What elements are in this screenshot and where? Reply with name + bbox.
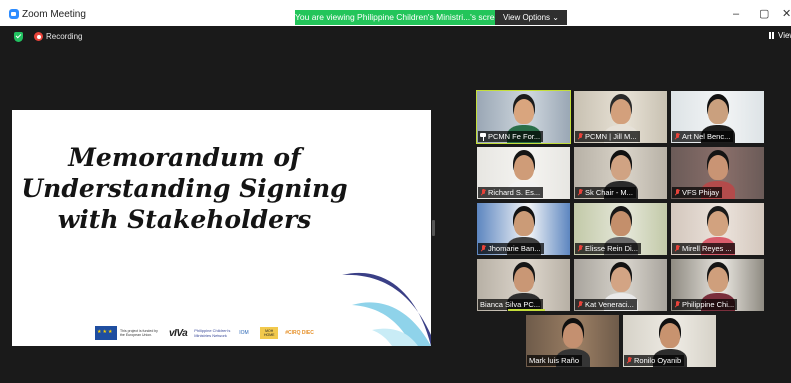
speaking-indicator: [508, 309, 545, 311]
zoom-app-icon: [9, 9, 19, 19]
mic-muted-icon: [577, 188, 583, 197]
participant-face: [708, 155, 728, 180]
participant-name-tag: VFS Phijay: [672, 187, 723, 198]
window-titlebar: Zoom Meeting You are viewing Philippine …: [0, 0, 791, 26]
participant-name: PCMN | Jill M...: [585, 132, 637, 141]
participant-tile[interactable]: Kat Veneraci...: [574, 259, 667, 311]
moh-logo: MOH HOME: [260, 327, 279, 339]
participant-tile[interactable]: Jhomarie Ban...: [477, 203, 570, 255]
split-view-handle[interactable]: [432, 220, 435, 236]
shared-screen-slide: Memorandum of Understanding Signing with…: [12, 110, 431, 346]
participant-face: [708, 211, 728, 236]
participant-face: [611, 267, 631, 292]
mic-muted-icon: [674, 132, 680, 141]
mic-muted-icon: [674, 188, 680, 197]
participant-tile[interactable]: PCMN | Jill M...: [574, 91, 667, 143]
participant-face: [708, 99, 728, 124]
participant-name-tag: Sk Chair - M...: [575, 187, 636, 198]
participant-name: VFS Phijay: [682, 188, 720, 197]
participant-name-tag: PCMN | Jill M...: [575, 131, 640, 142]
participant-name-tag: PCMN Fe For...: [478, 131, 544, 142]
view-options-button[interactable]: View Options ⌄: [495, 10, 567, 25]
mic-muted-icon: [674, 244, 680, 253]
participant-face: [611, 99, 631, 124]
participant-tile[interactable]: Mark luis Raño: [526, 315, 619, 367]
recording-label: Recording: [46, 32, 83, 41]
slide-title-line: with Stakeholders: [57, 205, 312, 234]
mic-muted-icon: [480, 244, 486, 253]
viva-logo: vIVa: [169, 327, 188, 339]
participant-tile[interactable]: Philippine Chi...: [671, 259, 764, 311]
decorative-swoosh: [342, 272, 431, 346]
participant-tile[interactable]: Elisse Rein Di...: [574, 203, 667, 255]
participant-name-tag: Richard S. Es...: [478, 187, 544, 198]
participant-name: Kat Veneraci...: [585, 300, 634, 309]
participant-name-tag: Art Nel Benc...: [672, 131, 734, 142]
participant-name-tag: Mirell Reyes ...: [672, 243, 735, 254]
window-title: Zoom Meeting: [22, 9, 86, 20]
eu-funding-text: This project is funded by the European U…: [120, 328, 158, 337]
slide-title-line: Memorandum of: [68, 143, 301, 172]
slide-title-line: Understanding Signing: [21, 174, 348, 203]
participant-tile[interactable]: Ronilo Oyanib: [623, 315, 716, 367]
participant-tile[interactable]: VFS Phijay: [671, 147, 764, 199]
participant-face: [514, 267, 534, 292]
view-layout-button[interactable]: View: [769, 31, 791, 40]
participant-name: Richard S. Es...: [488, 188, 541, 197]
participant-face: [660, 323, 680, 348]
participant-name: Mark luis Raño: [529, 356, 580, 365]
participant-face: [708, 267, 728, 292]
iom-logo: IOM: [239, 330, 249, 336]
participant-tile[interactable]: Sk Chair - M...: [574, 147, 667, 199]
participant-name-tag: Mark luis Raño: [527, 355, 583, 366]
participant-face: [514, 211, 534, 236]
recording-icon: [34, 32, 43, 41]
view-label: View: [778, 31, 791, 40]
mic-muted-icon: [577, 132, 583, 141]
close-icon[interactable]: ✕: [782, 8, 791, 20]
eu-logo: This project is funded by the European U…: [95, 326, 162, 340]
participant-face: [514, 155, 534, 180]
participant-face: [611, 155, 631, 180]
participant-name: Art Nel Benc...: [682, 132, 731, 141]
participant-tile[interactable]: Richard S. Es...: [477, 147, 570, 199]
participant-face: [611, 211, 631, 236]
participant-tile[interactable]: PCMN Fe For...: [476, 90, 571, 144]
participant-name: Mirell Reyes ...: [682, 244, 732, 253]
participant-face: [563, 323, 583, 348]
cirq-logo: #CIRQ DIEC: [285, 330, 314, 336]
maximize-icon[interactable]: ▢: [759, 8, 769, 20]
participant-name-tag: Philippine Chi...: [672, 299, 738, 310]
eu-flag-icon: [95, 326, 117, 340]
slide-title: Memorandum of Understanding Signing with…: [12, 142, 357, 235]
mic-muted-icon: [674, 300, 680, 309]
grid-icon: [769, 32, 776, 39]
meeting-status-bar: [0, 26, 791, 46]
mic-muted-icon: [626, 356, 632, 365]
mic-muted-icon: [577, 300, 583, 309]
participant-name: PCMN Fe For...: [488, 132, 541, 141]
minimize-icon[interactable]: –: [733, 8, 739, 20]
pcmn-logo: Philippine Children's Ministries Network: [194, 328, 231, 338]
participant-tile[interactable]: Mirell Reyes ...: [671, 203, 764, 255]
participant-tile[interactable]: Art Nel Benc...: [671, 91, 764, 143]
participant-name: Sk Chair - M...: [585, 188, 633, 197]
mic-muted-icon: [577, 244, 583, 253]
participant-name-tag: Elisse Rein Di...: [575, 243, 641, 254]
mic-muted-icon: [480, 188, 486, 197]
screen-share-banner: You are viewing Philippine Children's Mi…: [295, 10, 495, 25]
pin-icon: [480, 132, 486, 141]
participant-face: [514, 99, 534, 124]
participant-name: Ronilo Oyanib: [634, 356, 682, 365]
participant-name-tag: Jhomarie Ban...: [478, 243, 544, 254]
participant-name-tag: Ronilo Oyanib: [624, 355, 685, 366]
participant-name-tag: Kat Veneraci...: [575, 299, 637, 310]
participant-name: Jhomarie Ban...: [488, 244, 541, 253]
sponsor-logo-strip: This project is funded by the European U…: [95, 324, 314, 342]
participant-name: Philippine Chi...: [682, 300, 735, 309]
encryption-shield-icon[interactable]: [14, 32, 23, 42]
participant-name: Elisse Rein Di...: [585, 244, 638, 253]
participant-tile[interactable]: Bianca Silva PC...: [477, 259, 570, 311]
